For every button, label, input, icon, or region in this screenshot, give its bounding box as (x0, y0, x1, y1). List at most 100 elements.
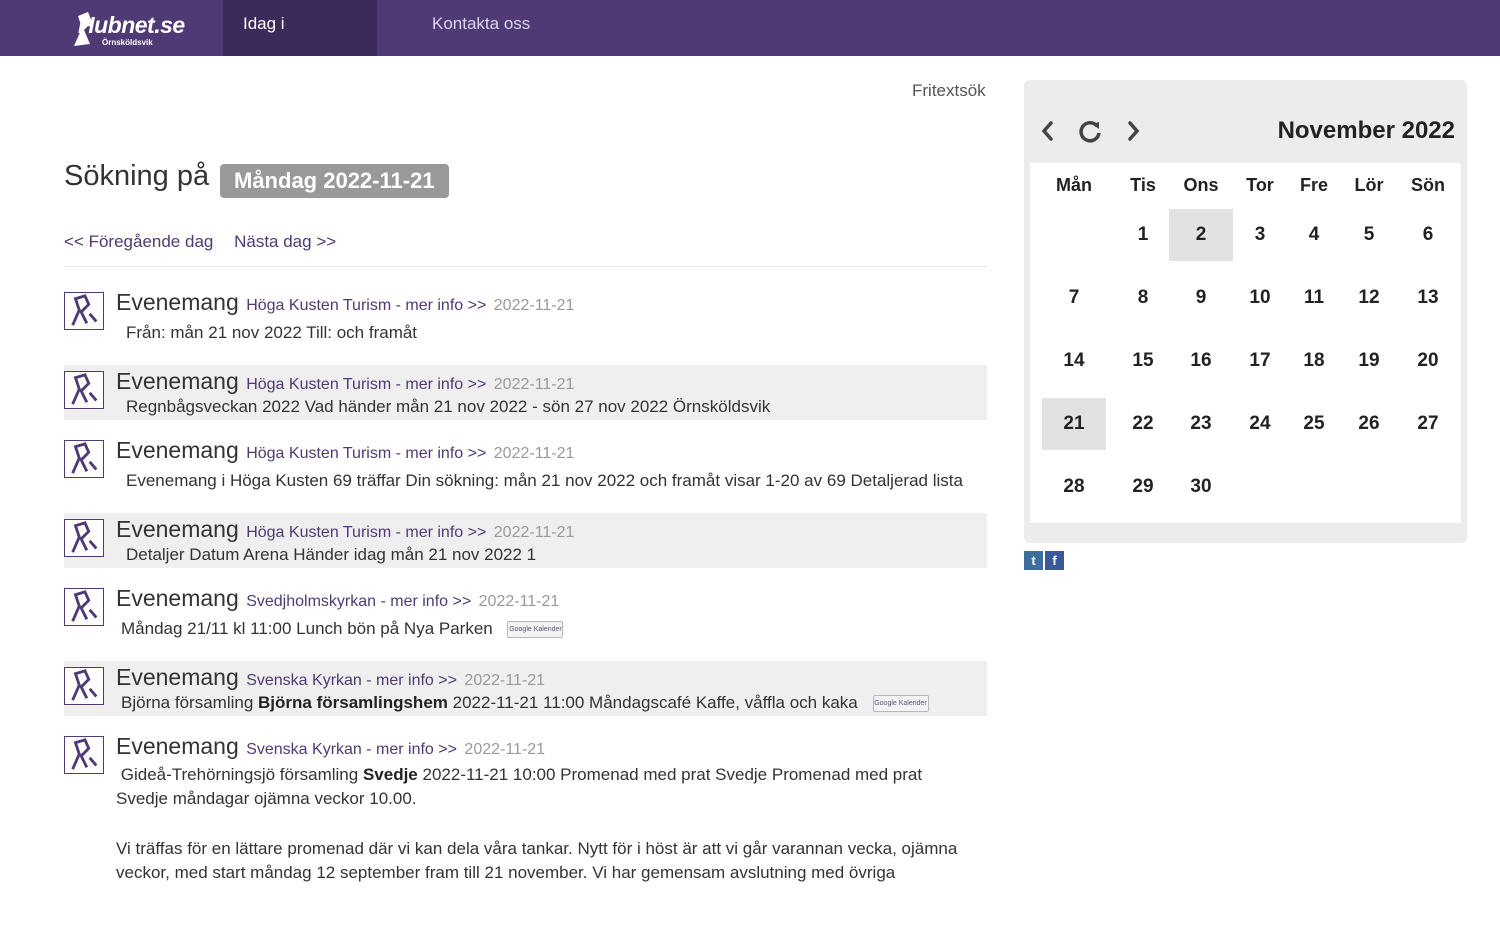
result-description: Från: mån 21 nov 2022 Till: och framåt (126, 323, 418, 342)
event-icon (64, 588, 104, 626)
facebook-icon[interactable]: f (1045, 551, 1064, 570)
calendar-day-22[interactable]: 22 (1117, 398, 1169, 450)
calendar-weekday: Tor (1246, 175, 1274, 195)
result-description-post: 2022-11-21 11:00 Måndagscafé Kaffe, våff… (452, 693, 858, 712)
result-source-link[interactable]: Höga Kusten Turism - mer info >> (246, 524, 486, 541)
logo-subtitle: Örnsköldsvik (102, 38, 153, 47)
result-date: 2022-11-21 (478, 593, 560, 610)
results-list: Evenemang Höga Kusten Turism - mer info … (64, 286, 987, 930)
calendar-week-row: 14 15 16 17 18 19 20 (1030, 335, 1461, 398)
calendar-empty-cell (1343, 461, 1395, 513)
list-item: Evenemang Svenska Kyrkan - mer info >> 2… (64, 661, 987, 716)
result-source-link[interactable]: Svedjholmskyrkan - mer info >> (246, 593, 471, 610)
result-source-link[interactable]: Höga Kusten Turism - mer info >> (246, 297, 486, 314)
result-description: Måndag 21/11 kl 11:00 Lunch bön på Nya P… (121, 619, 564, 639)
list-item: Evenemang Höga Kusten Turism - mer info … (64, 365, 987, 420)
calendar-day-9[interactable]: 9 (1169, 272, 1233, 324)
list-item: Evenemang Svedjholmskyrkan - mer info >>… (64, 582, 987, 656)
nav-item-contact[interactable]: Kontakta oss (412, 0, 550, 56)
day-pager: << Föregående dag Nästa dag >> (64, 232, 336, 252)
calendar-day-11[interactable]: 11 (1288, 272, 1340, 324)
result-source-link[interactable]: Höga Kusten Turism - mer info >> (246, 445, 486, 462)
calendar-day-29[interactable]: 29 (1117, 461, 1169, 513)
calendar-day-30[interactable]: 30 (1169, 461, 1233, 513)
calendar-day-13[interactable]: 13 (1402, 272, 1454, 324)
calendar-widget: November 2022 Mån Tis Ons Tor Fre Lör Sön 1 2 3 4 5… (1024, 80, 1467, 543)
result-type: Evenemang (116, 733, 239, 759)
result-source-link[interactable]: Svenska Kyrkan - mer info >> (246, 672, 457, 689)
result-date: 2022-11-21 (464, 672, 546, 689)
calendar-day-16[interactable]: 16 (1169, 335, 1233, 387)
chevron-right-icon[interactable] (1125, 118, 1143, 144)
calendar-day-1[interactable]: 1 (1117, 209, 1169, 261)
result-description-location: Björna församlingshem (258, 693, 448, 712)
calendar-day-6[interactable]: 6 (1402, 209, 1454, 261)
nav-item-today[interactable]: Idag i Kalender (223, 0, 377, 81)
event-icon (64, 519, 104, 557)
date-label: Måndag 2022-11-21 (220, 164, 449, 198)
calendar-day-18[interactable]: 18 (1288, 335, 1340, 387)
calendar-day-5[interactable]: 5 (1343, 209, 1395, 261)
calendar-day-28[interactable]: 28 (1042, 461, 1106, 513)
calendar-day-7[interactable]: 7 (1042, 272, 1106, 324)
result-description: Regnbågsveckan 2022 Vad händer mån 21 no… (126, 397, 771, 416)
event-icon (64, 736, 104, 774)
google-calendar-button[interactable]: Google Kalender (507, 621, 564, 639)
result-date: 2022-11-21 (493, 297, 575, 314)
divider (64, 266, 987, 267)
calendar-day-12[interactable]: 12 (1343, 272, 1395, 324)
social-links: tf (1024, 551, 1066, 570)
calendar-day-10[interactable]: 10 (1234, 272, 1286, 324)
result-type: Evenemang (116, 516, 239, 542)
next-day-link[interactable]: Nästa dag >> (234, 232, 336, 251)
calendar-empty-cell (1042, 209, 1106, 261)
calendar-day-15[interactable]: 15 (1117, 335, 1169, 387)
calendar-day-25[interactable]: 25 (1288, 398, 1340, 450)
result-description: Gideå-Trehörningsjö församling Svedje 20… (116, 763, 976, 885)
previous-day-link[interactable]: << Föregående dag (64, 232, 213, 251)
calendar-day-17[interactable]: 17 (1234, 335, 1286, 387)
calendar-day-24[interactable]: 24 (1234, 398, 1286, 450)
calendar-day-26[interactable]: 26 (1343, 398, 1395, 450)
calendar-day-27[interactable]: 27 (1402, 398, 1454, 450)
event-icon (64, 292, 104, 330)
chevron-left-icon[interactable] (1038, 118, 1056, 144)
event-icon (64, 667, 104, 705)
calendar-day-20[interactable]: 20 (1402, 335, 1454, 387)
result-source-link[interactable]: Höga Kusten Turism - mer info >> (246, 376, 486, 393)
result-type: Evenemang (116, 664, 239, 690)
result-source-link[interactable]: Svenska Kyrkan - mer info >> (246, 741, 457, 758)
logo-text: Hubnet.se (78, 12, 185, 38)
calendar-day-4[interactable]: 4 (1288, 209, 1340, 261)
result-description: Björna församling Björna församlingshem … (121, 693, 929, 713)
list-item: Evenemang Svenska Kyrkan - mer info >> 2… (64, 730, 987, 930)
event-icon (64, 371, 104, 409)
event-icon (64, 440, 104, 478)
calendar-day-19[interactable]: 19 (1343, 335, 1395, 387)
calendar-weekday: Tis (1130, 175, 1156, 195)
calendar-day-2[interactable]: 2 (1169, 209, 1233, 261)
calendar-day-21[interactable]: 21 (1042, 398, 1106, 450)
result-type: Evenemang (116, 368, 239, 394)
result-date: 2022-11-21 (493, 445, 575, 462)
calendar-grid: Mån Tis Ons Tor Fre Lör Sön 1 2 3 4 5 6 7 8 9 10 11 12 13 14… (1030, 163, 1461, 523)
list-item: Evenemang Höga Kusten Turism - mer info … (64, 434, 987, 508)
result-description-more: Vi träffas för en lättare promenad där v… (116, 839, 958, 882)
result-description: Detaljer Datum Arena Händer idag mån 21 … (126, 545, 537, 564)
google-calendar-button[interactable]: Google Kalender (872, 695, 929, 713)
calendar-day-8[interactable]: 8 (1117, 272, 1169, 324)
calendar-month-title: November 2022 (1277, 117, 1455, 144)
calendar-day-14[interactable]: 14 (1042, 335, 1106, 387)
calendar-day-3[interactable]: 3 (1234, 209, 1286, 261)
refresh-icon[interactable] (1077, 118, 1103, 144)
site-logo[interactable]: Hubnet.se Örnsköldsvik (70, 6, 205, 50)
list-item: Evenemang Höga Kusten Turism - mer info … (64, 286, 987, 360)
result-description-pre: Gideå-Trehörningsjö församling (120, 765, 359, 784)
calendar-weekday: Lör (1354, 175, 1384, 195)
result-date: 2022-11-21 (464, 741, 546, 758)
free-search-link[interactable]: Fritextsök (912, 81, 986, 101)
calendar-day-23[interactable]: 23 (1169, 398, 1233, 450)
list-item: Evenemang Höga Kusten Turism - mer info … (64, 513, 987, 568)
twitter-icon[interactable]: t (1024, 551, 1043, 570)
calendar-weekday: Mån (1056, 175, 1092, 195)
